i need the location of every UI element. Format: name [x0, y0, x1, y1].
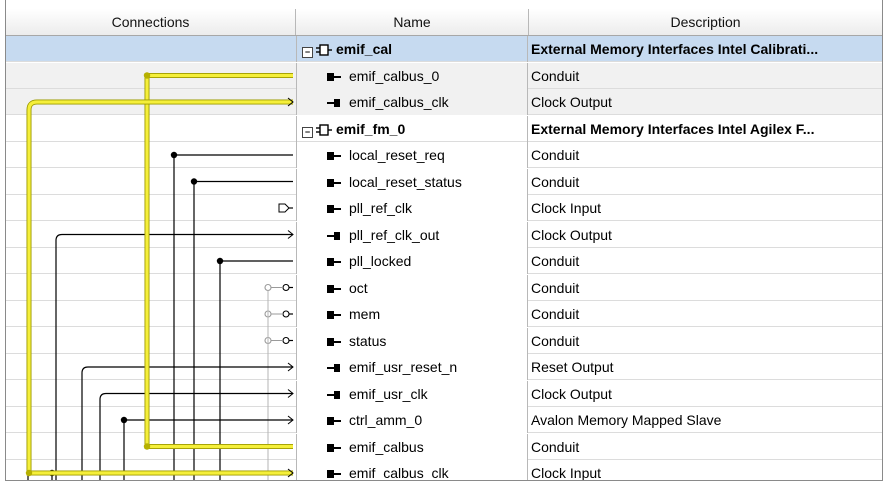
description-cell: Clock Input — [531, 200, 602, 216]
endpoint-ring — [282, 336, 290, 345]
description-cell: Conduit — [531, 438, 580, 455]
junction-dot — [120, 416, 128, 424]
endpoint-ring — [282, 310, 290, 318]
module-icon — [316, 44, 332, 56]
export-icon — [278, 203, 290, 213]
description-cell: Clock Output — [531, 94, 612, 110]
port-input-icon — [327, 311, 341, 320]
port-input-icon — [327, 178, 341, 187]
description-cell: Conduit — [531, 306, 580, 322]
junction-dot — [143, 443, 151, 450]
highlighted-wire — [27, 100, 293, 475]
description-cell: Conduit — [531, 173, 580, 190]
name-cell[interactable]: emif_calbus — [296, 433, 528, 460]
column-header-description[interactable]: Description — [529, 9, 882, 35]
port-name-label: pll_ref_clk_out — [349, 226, 440, 243]
port-name-label: emif_calbus_clk — [349, 465, 449, 481]
junction-dot — [143, 72, 151, 79]
connection-wire — [99, 392, 293, 480]
port-input-icon — [327, 470, 341, 479]
port-input-icon — [327, 284, 341, 293]
port-input-icon — [327, 337, 341, 346]
port-output-icon — [327, 364, 340, 373]
name-cell[interactable]: emif_usr_reset_n — [296, 354, 528, 380]
endpoint-ring — [264, 283, 272, 292]
port-name-label: oct — [349, 279, 368, 296]
port-input-icon — [327, 152, 341, 161]
name-cell[interactable]: pll_locked — [296, 248, 528, 274]
name-cell[interactable]: pll_ref_clk_out — [296, 221, 528, 248]
description-cell: Clock Output — [531, 385, 612, 402]
port-name-label: local_reset_req — [349, 147, 445, 163]
junction-dot — [25, 469, 33, 477]
name-cell[interactable]: mem — [296, 301, 528, 327]
port-name-label: emif_usr_reset_n — [349, 359, 458, 375]
name-cell[interactable]: emif_calbus_clk — [296, 89, 528, 115]
description-cell: External Memory Interfaces Intel Calibra… — [531, 41, 819, 57]
port-name-label: status — [349, 332, 387, 349]
name-cell[interactable]: local_reset_status — [296, 168, 528, 195]
port-name-label: pll_ref_clk — [349, 200, 413, 216]
name-cell[interactable]: pll_ref_clk — [296, 195, 528, 221]
port-output-icon — [327, 390, 340, 399]
port-input-icon — [327, 72, 341, 81]
junction-dot — [190, 178, 198, 185]
port-output-icon — [327, 231, 340, 240]
name-cell[interactable]: − emif_cal — [296, 36, 528, 62]
name-cell[interactable]: ctrl_amm_0 — [296, 407, 528, 433]
module-icon — [316, 124, 332, 136]
endpoint-ring — [282, 283, 290, 292]
port-input-icon — [327, 417, 341, 426]
port-name-label: pll_locked — [349, 253, 412, 269]
port-name-label: emif_fm_0 — [336, 120, 406, 137]
port-name-label: emif_calbus_clk — [349, 94, 449, 110]
port-input-icon — [327, 205, 341, 214]
description-cell: Conduit — [531, 279, 580, 296]
port-name-label: emif_usr_clk — [349, 385, 428, 402]
port-name-label: mem — [349, 306, 381, 322]
connections-table: Connections Name Description − emif_cal Ex… — [5, 0, 883, 481]
name-cell[interactable]: − emif_fm_0 — [296, 115, 528, 142]
name-cell[interactable]: status — [296, 327, 528, 354]
description-cell: Avalon Memory Mapped Slave — [531, 412, 722, 428]
description-cell: Conduit — [531, 253, 580, 269]
port-name-label: emif_calbus_0 — [349, 67, 440, 84]
port-name-label: ctrl_amm_0 — [349, 412, 423, 428]
name-cell[interactable]: emif_usr_clk — [296, 380, 528, 407]
port-output-icon — [327, 99, 340, 108]
column-header-name[interactable]: Name — [296, 9, 529, 35]
port-name-label: emif_cal — [336, 41, 393, 57]
name-cell[interactable]: oct — [296, 274, 528, 301]
connection-wire — [173, 154, 293, 480]
junction-dot — [216, 257, 224, 265]
highlighted-wire — [26, 99, 293, 476]
connection-wire — [81, 366, 293, 480]
description-cell: Conduit — [531, 332, 580, 349]
connections-wires — [25, 72, 294, 480]
description-cell: Conduit — [531, 67, 580, 84]
name-cell[interactable]: local_reset_req — [296, 142, 528, 168]
junction-dot — [170, 151, 178, 159]
port-input-icon — [327, 258, 341, 267]
port-input-icon — [327, 443, 341, 452]
description-cell: Conduit — [531, 147, 580, 163]
port-name-label: emif_calbus — [349, 438, 424, 455]
description-cell: Clock Output — [531, 226, 612, 243]
name-cell[interactable]: emif_calbus_clk — [296, 460, 528, 481]
description-cell: Clock Input — [531, 465, 602, 481]
description-cell: Reset Output — [531, 359, 614, 375]
connection-wire — [193, 180, 293, 480]
description-cell: External Memory Interfaces Intel Agilex … — [531, 120, 815, 137]
name-cell[interactable]: emif_calbus_0 — [296, 62, 528, 89]
port-name-label: local_reset_status — [349, 173, 462, 190]
